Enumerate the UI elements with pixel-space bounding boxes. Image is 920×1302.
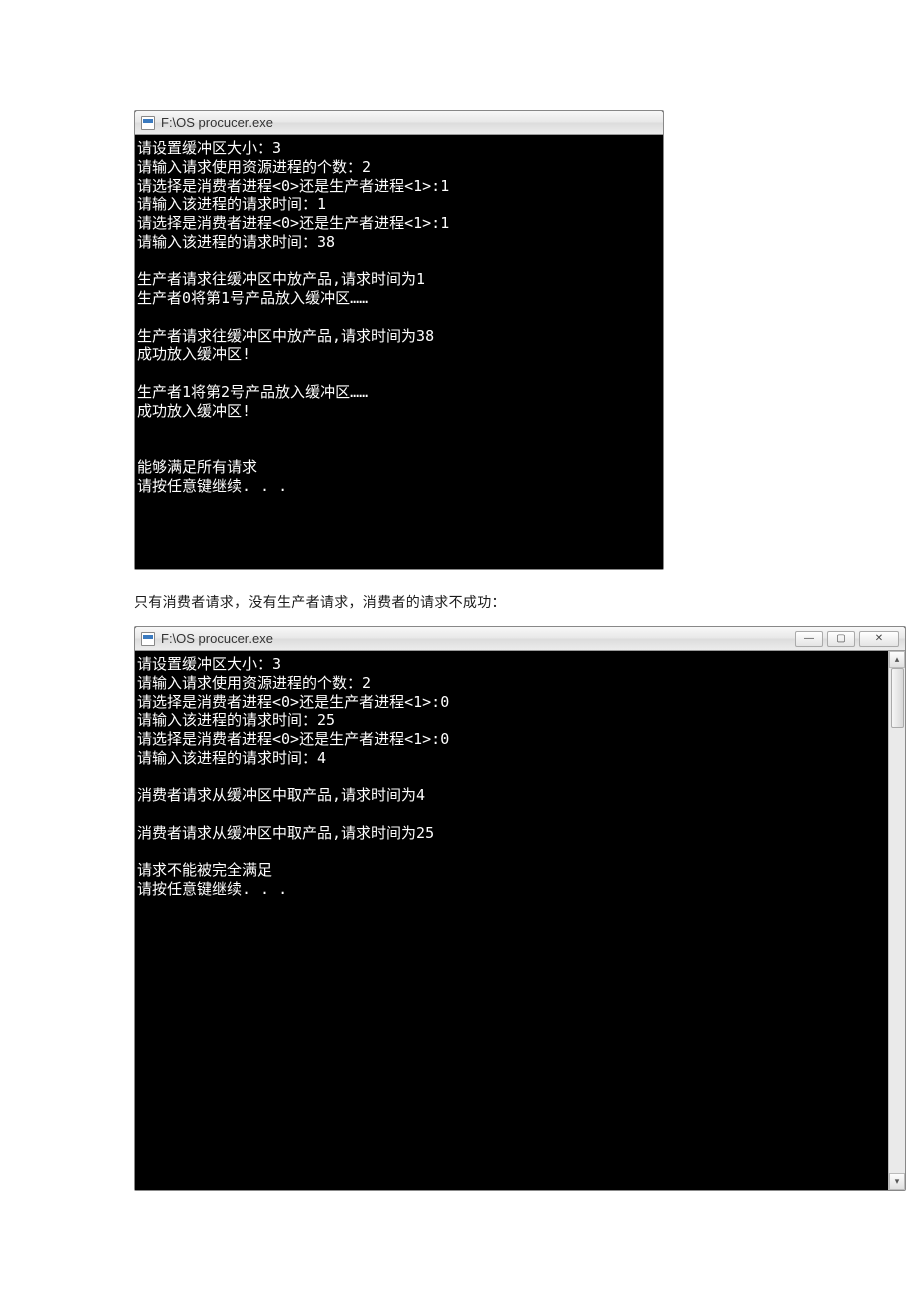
terminal-line: 消费者请求从缓冲区中取产品,请求时间为25 — [137, 824, 886, 843]
titlebar-left: F:\OS procucer.exe — [141, 631, 273, 646]
terminal-line: 生产者请求往缓冲区中放产品,请求时间为38 — [137, 327, 661, 346]
terminal-line: 请选择是消费者进程<0>还是生产者进程<1>:0 — [137, 730, 886, 749]
terminal-output-1: 请设置缓冲区大小：3请输入请求使用资源进程的个数：2请选择是消费者进程<0>还是… — [135, 135, 663, 569]
terminal-line — [137, 439, 661, 458]
terminal-line: 请求不能被完全满足 — [137, 861, 886, 880]
terminal-line — [137, 843, 886, 862]
terminal-line: 请设置缓冲区大小：3 — [137, 655, 886, 674]
maximize-button[interactable]: ▢ — [827, 631, 855, 647]
caption-text: 只有消费者请求，没有生产者请求，消费者的请求不成功： — [134, 592, 920, 612]
terminal-line: 请按任意键继续. . . — [137, 880, 886, 899]
scroll-track[interactable] — [889, 668, 905, 1173]
terminal-line — [137, 805, 886, 824]
titlebar[interactable]: F:\OS procucer.exe — ▢ ✕ — [135, 627, 905, 651]
terminal-line — [137, 420, 661, 439]
terminal-wrap: 请设置缓冲区大小：3请输入请求使用资源进程的个数：2请选择是消费者进程<0>还是… — [135, 135, 663, 569]
terminal-line — [137, 364, 661, 383]
minimize-button[interactable]: — — [795, 631, 823, 647]
close-button[interactable]: ✕ — [859, 631, 899, 647]
terminal-line — [137, 768, 886, 787]
terminal-line — [137, 252, 661, 271]
app-icon — [141, 632, 155, 646]
terminal-wrap: 请设置缓冲区大小：3请输入请求使用资源进程的个数：2请选择是消费者进程<0>还是… — [135, 651, 905, 1190]
terminal-line: 请输入请求使用资源进程的个数：2 — [137, 158, 661, 177]
window-title: F:\OS procucer.exe — [161, 631, 273, 646]
titlebar-left: F:\OS procucer.exe — [141, 115, 273, 130]
document-page: F:\OS procucer.exe 请设置缓冲区大小：3请输入请求使用资源进程… — [0, 110, 920, 1191]
terminal-line: 消费者请求从缓冲区中取产品,请求时间为4 — [137, 786, 886, 805]
console-window-2: F:\OS procucer.exe — ▢ ✕ 请设置缓冲区大小：3请输入请求… — [134, 626, 906, 1191]
console-window-1: F:\OS procucer.exe 请设置缓冲区大小：3请输入请求使用资源进程… — [134, 110, 664, 570]
terminal-line: 成功放入缓冲区! — [137, 345, 661, 364]
scroll-thumb[interactable] — [891, 668, 904, 728]
terminal-line: 请输入该进程的请求时间：1 — [137, 195, 661, 214]
terminal-line: 请按任意键继续. . . — [137, 477, 661, 496]
terminal-line: 请输入该进程的请求时间：25 — [137, 711, 886, 730]
terminal-line: 能够满足所有请求 — [137, 458, 661, 477]
window-controls: — ▢ ✕ — [795, 631, 899, 647]
window-title: F:\OS procucer.exe — [161, 115, 273, 130]
scroll-down-arrow-icon[interactable]: ▾ — [889, 1173, 905, 1190]
terminal-line: 请选择是消费者进程<0>还是生产者进程<1>:1 — [137, 214, 661, 233]
terminal-line: 生产者请求往缓冲区中放产品,请求时间为1 — [137, 270, 661, 289]
terminal-line: 请选择是消费者进程<0>还是生产者进程<1>:0 — [137, 693, 886, 712]
terminal-line: 请输入该进程的请求时间：38 — [137, 233, 661, 252]
app-icon — [141, 116, 155, 130]
terminal-line: 请选择是消费者进程<0>还是生产者进程<1>:1 — [137, 177, 661, 196]
terminal-line: 生产者1将第2号产品放入缓冲区…… — [137, 383, 661, 402]
vertical-scrollbar[interactable]: ▴ ▾ — [888, 651, 905, 1190]
terminal-line: 生产者0将第1号产品放入缓冲区…… — [137, 289, 661, 308]
titlebar[interactable]: F:\OS procucer.exe — [135, 111, 663, 135]
terminal-line: 请输入该进程的请求时间：4 — [137, 749, 886, 768]
terminal-output-2: 请设置缓冲区大小：3请输入请求使用资源进程的个数：2请选择是消费者进程<0>还是… — [135, 651, 888, 1190]
terminal-line: 请输入请求使用资源进程的个数：2 — [137, 674, 886, 693]
terminal-line — [137, 308, 661, 327]
terminal-line: 成功放入缓冲区! — [137, 402, 661, 421]
terminal-line: 请设置缓冲区大小：3 — [137, 139, 661, 158]
scroll-up-arrow-icon[interactable]: ▴ — [889, 651, 905, 668]
